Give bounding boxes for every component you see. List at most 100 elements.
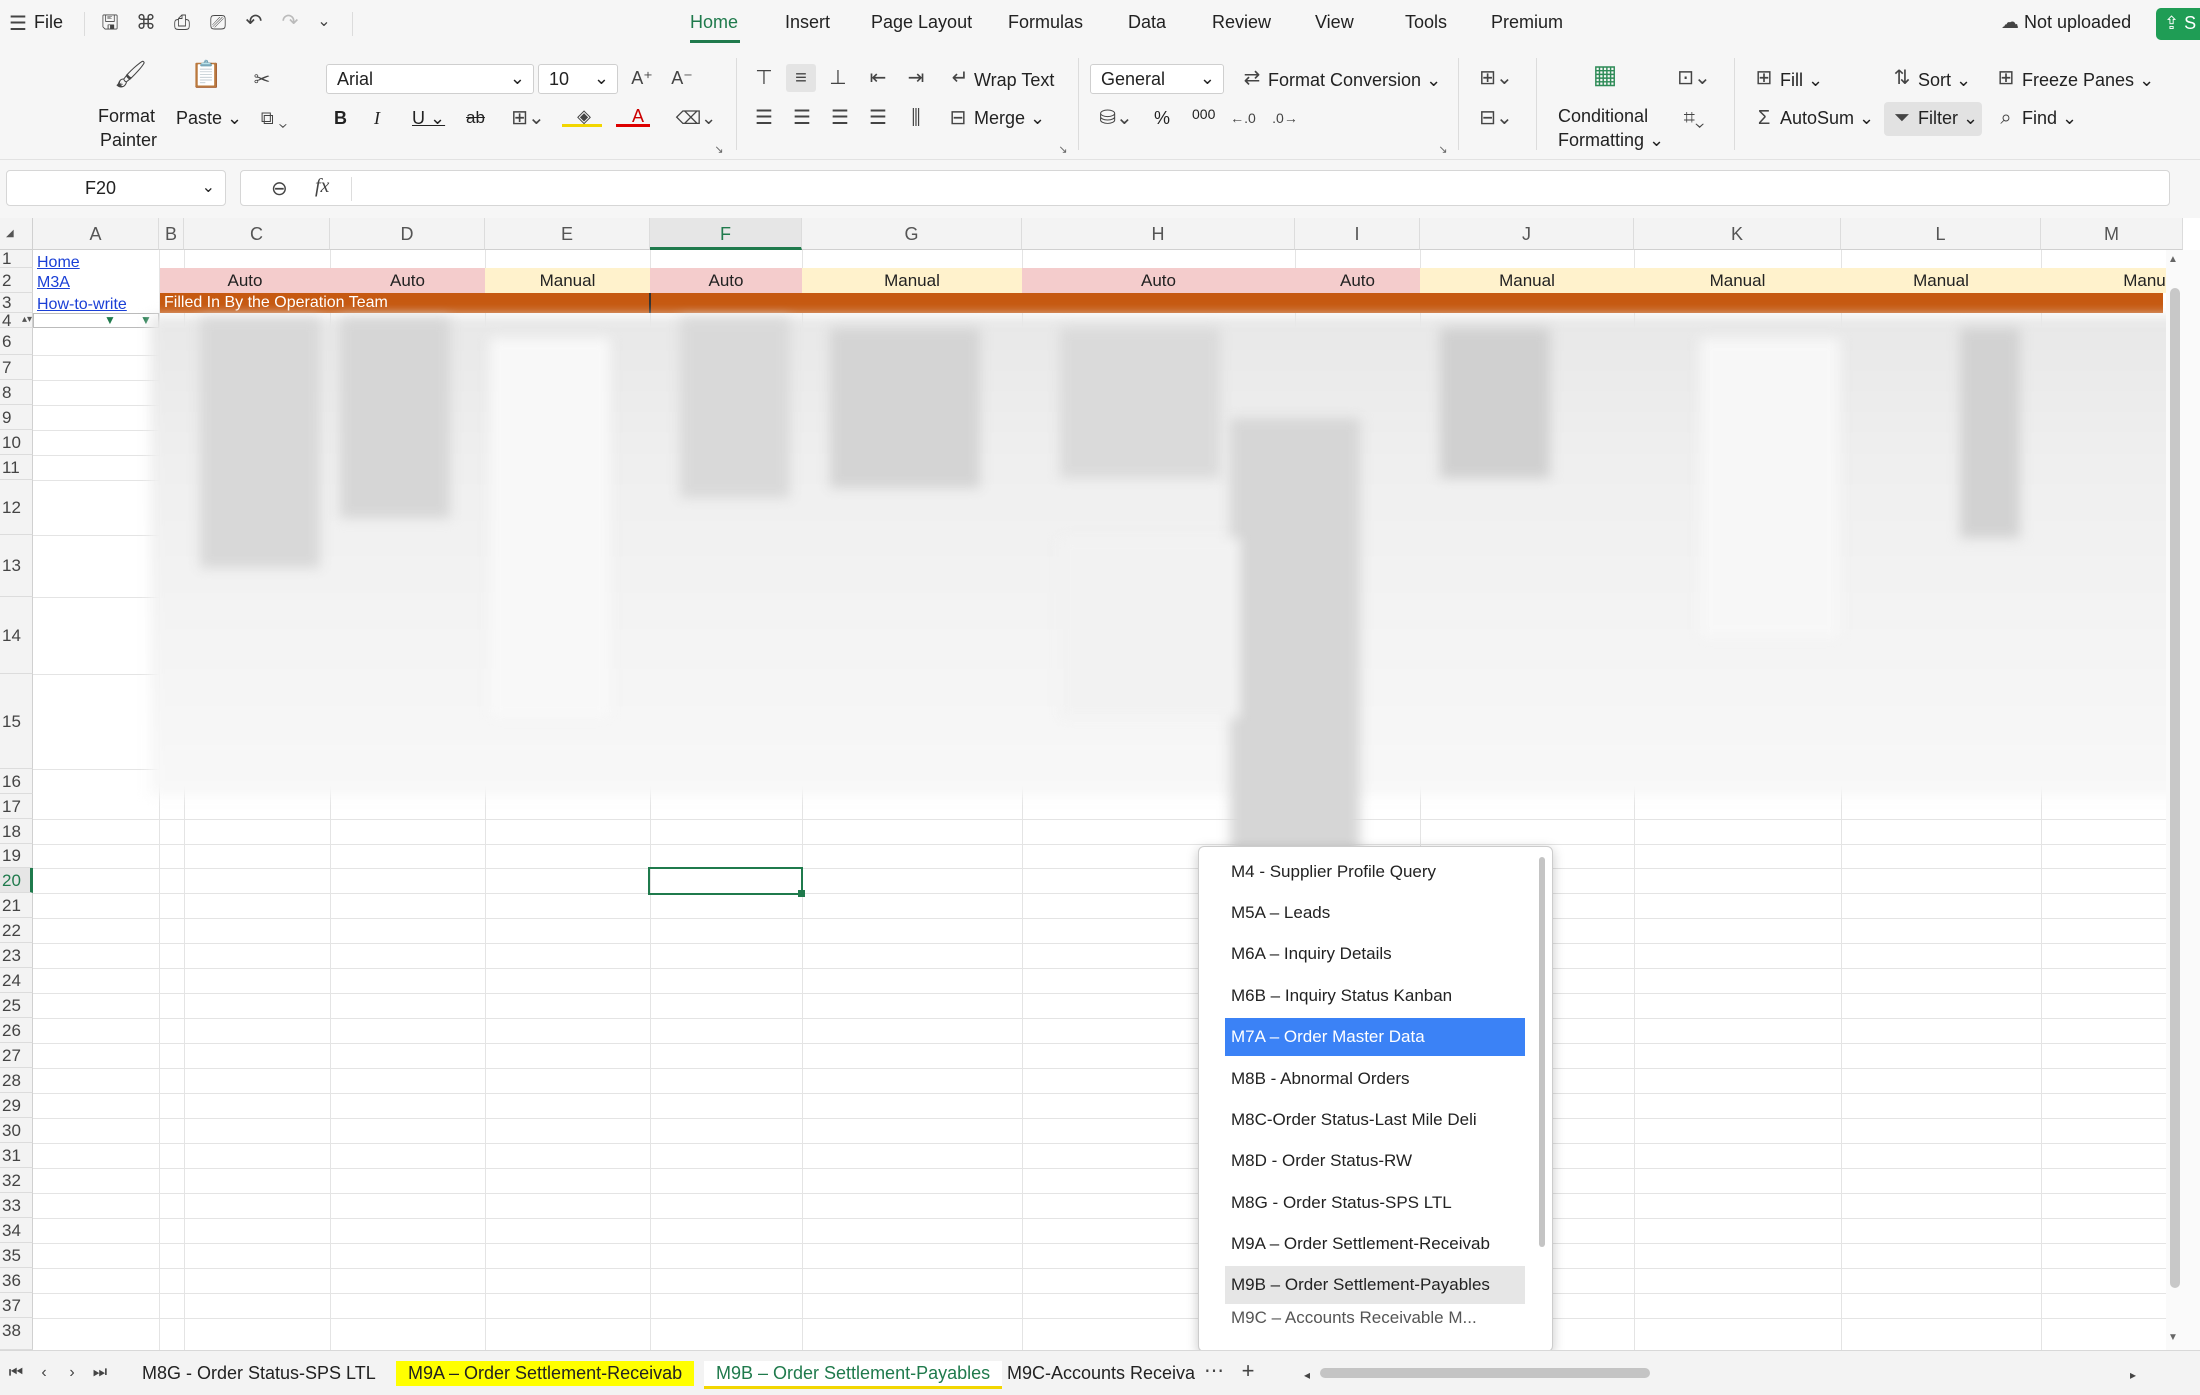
format-painter-label-1[interactable]: Format bbox=[98, 106, 155, 127]
format-painter-label-2[interactable]: Painter bbox=[100, 130, 157, 151]
row-header[interactable]: 21 bbox=[0, 893, 33, 918]
sheet-list-item[interactable]: M6A – Inquiry Details bbox=[1225, 935, 1525, 973]
font-size-select[interactable]: 10 ⌄ bbox=[538, 64, 618, 94]
decrease-decimal-icon[interactable]: .0→ bbox=[1270, 108, 1300, 128]
tab-data[interactable]: Data bbox=[1128, 12, 1166, 33]
save-icon[interactable]: 🖫 bbox=[98, 13, 122, 33]
tab-tools[interactable]: Tools bbox=[1405, 12, 1447, 33]
find-button[interactable]: Find ⌄ bbox=[2022, 108, 2077, 129]
sheet-list-item[interactable]: M9A – Order Settlement-Receivab bbox=[1225, 1225, 1525, 1263]
fill-handle[interactable] bbox=[798, 890, 805, 897]
row-header[interactable]: 28 bbox=[0, 1068, 33, 1093]
row-header[interactable]: 33 bbox=[0, 1193, 33, 1218]
decrease-font-icon[interactable]: A⁻ bbox=[670, 68, 694, 88]
selected-cell-f20[interactable] bbox=[648, 867, 803, 895]
chevron-down-icon[interactable]: ⌄ bbox=[314, 12, 334, 32]
scroll-left-icon[interactable]: ◂ bbox=[1300, 1365, 1314, 1385]
col-header-g[interactable]: G bbox=[802, 218, 1022, 250]
borders-icon[interactable]: ⊞⌄ bbox=[508, 108, 548, 128]
sheet-tab[interactable]: M9A – Order Settlement-Receivab bbox=[396, 1361, 695, 1386]
cell-e2[interactable]: Manual bbox=[485, 268, 650, 293]
upload-status[interactable]: Not uploaded bbox=[2024, 12, 2131, 33]
next-sheet-icon[interactable]: › bbox=[62, 1363, 82, 1383]
row-header[interactable]: 15 bbox=[0, 674, 33, 769]
format-conversion-icon[interactable]: ⇄ bbox=[1240, 68, 1264, 88]
sheet-list-item[interactable]: M8B - Abnormal Orders bbox=[1225, 1060, 1525, 1098]
select-all-corner[interactable]: ◢ bbox=[0, 218, 33, 250]
scroll-down-icon[interactable]: ▼ bbox=[2168, 1332, 2178, 1343]
row-group-icon[interactable]: ▴▾ bbox=[22, 314, 32, 325]
row-header[interactable]: 18 bbox=[0, 819, 33, 844]
cell-a2-m3a-link[interactable]: M3A bbox=[37, 272, 70, 292]
wrap-text-icon[interactable]: ↵ bbox=[948, 68, 972, 88]
cut-icon[interactable]: ✂ bbox=[250, 70, 274, 90]
filter-dropdown-icon[interactable]: ▼ bbox=[104, 313, 116, 327]
cell-style-icon[interactable]: ⊟⌄ bbox=[1474, 108, 1518, 128]
conditional-formatting-icon[interactable]: ▦ bbox=[1590, 61, 1620, 87]
sheet-list-item[interactable]: M4 - Supplier Profile Query bbox=[1225, 853, 1525, 891]
row-header[interactable]: 12 bbox=[0, 480, 33, 535]
tab-home[interactable]: Home bbox=[690, 12, 738, 33]
currency-icon[interactable]: ⛁⌄ bbox=[1096, 108, 1136, 128]
hamburger-icon[interactable]: ☰ bbox=[8, 14, 28, 34]
cell-d2[interactable]: Auto bbox=[330, 268, 485, 293]
row-header[interactable]: 22 bbox=[0, 918, 33, 943]
row-header[interactable]: 32 bbox=[0, 1168, 33, 1193]
underline-button[interactable]: U ⌄ bbox=[412, 108, 445, 129]
col-header-f[interactable]: F bbox=[650, 218, 802, 250]
popup-scroll-thumb[interactable] bbox=[1539, 857, 1545, 1247]
autosum-icon[interactable]: Σ bbox=[1752, 108, 1776, 128]
conditional-formatting-button[interactable]: Formatting ⌄ bbox=[1558, 130, 1664, 151]
freeze-panes-button[interactable]: Freeze Panes ⌄ bbox=[2022, 70, 2154, 91]
cell-a3-how-to-write-link[interactable]: How-to-write bbox=[37, 294, 127, 314]
increase-indent-icon[interactable]: ⇥ bbox=[904, 68, 928, 88]
sheet-list-item-highlighted[interactable]: M7A – Order Master Data bbox=[1225, 1018, 1525, 1056]
col-header-c[interactable]: C bbox=[184, 218, 330, 250]
row-header[interactable]: 13 bbox=[0, 535, 33, 597]
sheet-list-item-current[interactable]: M9B – Order Settlement-Payables bbox=[1225, 1266, 1525, 1304]
row-header[interactable]: 1 bbox=[0, 250, 33, 268]
row-header[interactable]: 31 bbox=[0, 1143, 33, 1168]
formula-input-box[interactable]: ⊖ fx bbox=[240, 170, 2170, 206]
tab-review[interactable]: Review bbox=[1212, 12, 1271, 33]
cell-c3-operation-band[interactable]: Filled In By the Operation Team bbox=[160, 293, 2163, 313]
row-header[interactable]: 6 bbox=[0, 328, 33, 355]
cell-f2[interactable]: Auto bbox=[650, 268, 802, 293]
row-header[interactable]: 35 bbox=[0, 1243, 33, 1268]
percent-button[interactable]: % bbox=[1154, 108, 1170, 129]
table-style-icon[interactable]: ⊞⌄ bbox=[1474, 68, 1518, 88]
cell-g2[interactable]: Manual bbox=[802, 268, 1022, 293]
cell-m2[interactable]: Manual bbox=[2041, 268, 2183, 293]
thousands-separator-button[interactable]: 000 bbox=[1192, 106, 1215, 122]
freeze-panes-icon[interactable]: ⊞ bbox=[1994, 68, 2018, 88]
cell-i2[interactable]: Auto bbox=[1295, 268, 1420, 293]
horizontal-scroll-thumb[interactable] bbox=[1320, 1368, 1650, 1378]
row-header[interactable]: 30 bbox=[0, 1118, 33, 1143]
row-header[interactable]: 2 bbox=[0, 268, 33, 293]
bold-button[interactable]: B bbox=[334, 108, 347, 129]
sort-icon[interactable]: ⇅ bbox=[1890, 68, 1914, 88]
decrease-indent-icon[interactable]: ⇤ bbox=[866, 68, 890, 88]
sheet-tab[interactable]: M8G - Order Status-SPS LTL bbox=[130, 1361, 388, 1386]
sheet-list-item[interactable]: M8C-Order Status-Last Mile Deli bbox=[1225, 1101, 1525, 1139]
font-dialog-launcher-icon[interactable]: ↘ bbox=[712, 140, 726, 160]
row-header[interactable]: 11 bbox=[0, 455, 33, 480]
col-header-h[interactable]: H bbox=[1022, 218, 1295, 250]
align-left-icon[interactable]: ☰ bbox=[752, 108, 776, 128]
sheet-tab[interactable]: M9C-Accounts Receiva bbox=[995, 1361, 1200, 1386]
cell-h2[interactable]: Auto bbox=[1022, 268, 1295, 293]
row-header[interactable]: 17 bbox=[0, 794, 33, 819]
last-sheet-icon[interactable]: ⏭ bbox=[90, 1363, 110, 1383]
undo-icon[interactable]: ↶ bbox=[242, 12, 266, 32]
tab-page-layout[interactable]: Page Layout bbox=[871, 12, 972, 33]
vertical-scroll-thumb[interactable] bbox=[2170, 288, 2180, 1288]
more-sheets-icon[interactable]: ⋯ bbox=[1202, 1361, 1226, 1381]
row-header[interactable]: 9 bbox=[0, 405, 33, 430]
row-header[interactable]: 7 bbox=[0, 355, 33, 380]
row-header[interactable]: 3 bbox=[0, 293, 33, 313]
row-header[interactable]: 34 bbox=[0, 1218, 33, 1243]
merge-icon[interactable]: ⊟ bbox=[946, 108, 970, 128]
fill-button[interactable]: Fill ⌄ bbox=[1780, 70, 1823, 91]
file-menu[interactable]: File bbox=[34, 12, 63, 33]
row-header[interactable]: 10 bbox=[0, 430, 33, 455]
